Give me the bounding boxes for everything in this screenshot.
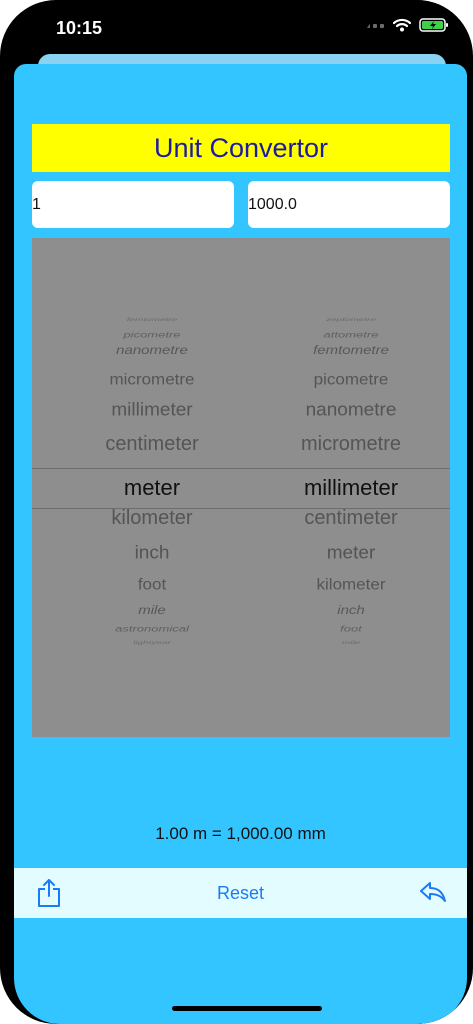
converter-sheet: Unit Convertor femtometre picometre nanome… <box>14 64 467 1024</box>
to-unit-option[interactable]: zeptometre <box>252 318 450 323</box>
from-value-field[interactable] <box>32 181 234 228</box>
to-value-field[interactable] <box>248 181 450 228</box>
battery-charging-icon <box>419 18 448 32</box>
screen: 10:15 Unit Convertor 1 1000.0 femtometre… <box>14 0 467 1024</box>
home-indicator <box>172 1006 322 1011</box>
from-unit-option[interactable]: kilometer <box>32 508 272 528</box>
unit-picker[interactable]: femtometre picometre nanometre micrometre mi… <box>32 238 450 737</box>
to-unit-option[interactable]: picometre <box>252 371 450 386</box>
wifi-icon <box>393 18 411 32</box>
bottom-toolbar: Reset <box>14 868 467 918</box>
from-unit-option[interactable]: centimeter <box>32 434 272 454</box>
reset-button[interactable]: Reset <box>14 883 467 904</box>
to-unit-option[interactable]: femtometre <box>252 344 450 356</box>
from-unit-option[interactable]: astronomical <box>32 624 272 632</box>
from-unit-option[interactable]: micrometre <box>32 371 272 386</box>
to-unit-option[interactable]: meter <box>252 544 450 562</box>
to-unit-option[interactable]: foot <box>252 624 450 632</box>
from-unit-option[interactable]: millimeter <box>32 401 272 419</box>
from-unit-column[interactable]: femtometre picometre nanometre micrometre mi… <box>32 238 272 737</box>
reply-arrow-icon[interactable] <box>419 880 447 904</box>
to-unit-option[interactable]: mile <box>252 641 450 646</box>
from-unit-option[interactable]: foot <box>32 576 272 591</box>
from-unit-option[interactable]: picometre <box>32 330 272 338</box>
to-unit-option[interactable]: micrometre <box>252 434 450 454</box>
to-unit-option[interactable]: kilometer <box>252 576 450 591</box>
to-unit-option[interactable]: attometre <box>252 330 450 338</box>
status-time: 10:15 <box>56 18 103 38</box>
to-unit-option[interactable]: centimeter <box>252 508 450 528</box>
to-unit-option[interactable]: inch <box>252 604 450 616</box>
from-unit-option[interactable]: inch <box>32 544 272 562</box>
to-unit-option[interactable]: nanometre <box>252 401 450 419</box>
from-unit-option[interactable]: femtometre <box>32 318 272 323</box>
to-unit-column[interactable]: zeptometre attometre femtometre picometre na… <box>252 238 450 737</box>
from-unit-selected-option[interactable]: meter <box>32 477 272 499</box>
from-unit-option[interactable]: lightyear <box>32 641 272 646</box>
to-unit-selected-option[interactable]: millimeter <box>252 477 450 499</box>
device-frame: 10:15 Unit Convertor 1 1000.0 femtometre… <box>0 0 473 1024</box>
from-unit-option[interactable]: mile <box>32 604 272 616</box>
status-icons <box>359 18 449 32</box>
conversion-result: 1.00 m = 1,000.00 mm <box>155 824 326 843</box>
notch <box>128 0 372 36</box>
page-title: Unit Convertor <box>32 124 450 172</box>
from-unit-option[interactable]: nanometre <box>32 344 272 356</box>
